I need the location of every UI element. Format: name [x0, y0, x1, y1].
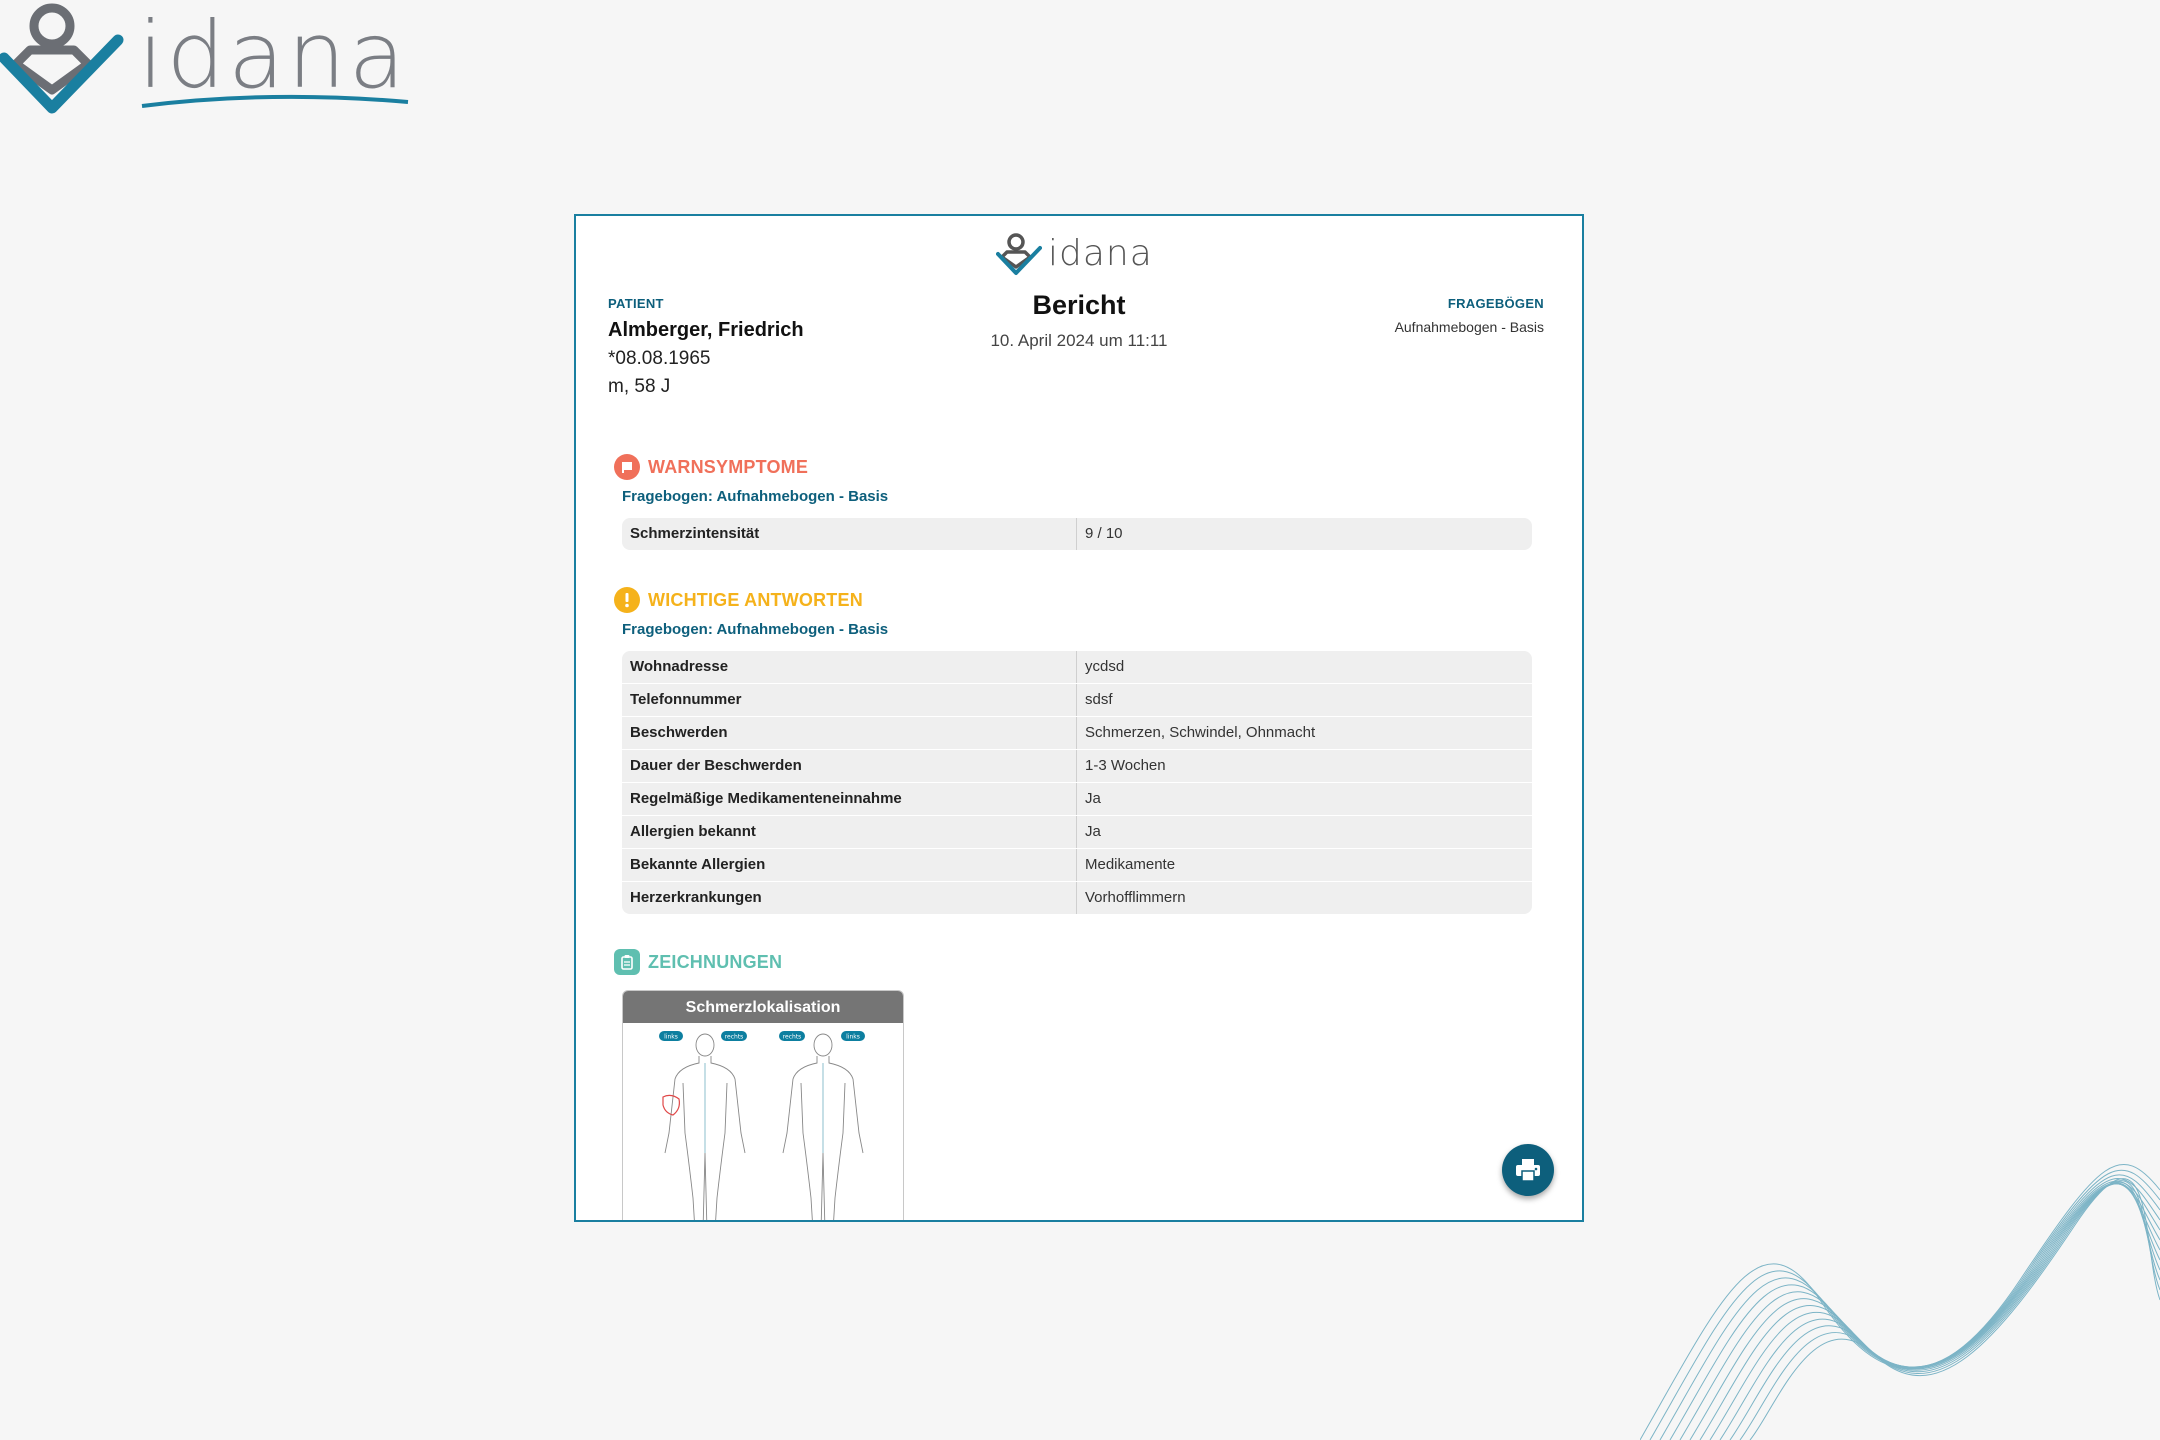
question-cell: Schmerzintensität [622, 518, 1077, 550]
badge-label: links [664, 1034, 678, 1041]
patient-sex-age: m, 58 J [608, 376, 671, 397]
section-important-subtitle: Fragebogen: Aufnahmebogen - Basis [622, 621, 889, 638]
body-diagram: links rechts rechts links [659, 1031, 865, 1220]
exclamation-icon [614, 587, 640, 613]
table-row: Telefonnummer sdsf [622, 684, 1532, 717]
section-drawings-title: ZEICHNUNGEN [648, 951, 783, 972]
table-row: Regelmäßige Medikamenteneinnahme Ja [622, 783, 1532, 816]
clipboard-icon [614, 949, 640, 975]
badge-label: links [846, 1034, 860, 1041]
drawing-card: Schmerzlokalisation links rechts rechts … [622, 990, 904, 1220]
warn-table: Schmerzintensität 9 / 10 [622, 518, 1532, 550]
answer-cell: Schmerzen, Schwindel, Ohnmacht [1085, 724, 1316, 741]
question-cell: Telefonnummer [622, 684, 1077, 716]
forms-value: Aufnahmebogen - Basis [1394, 319, 1544, 335]
report-preview: idana PATIENT Almberger, Friedrich *08.0… [574, 214, 1584, 1222]
answer-cell: 1-3 Wochen [1085, 757, 1166, 774]
answer-cell: 9 / 10 [1085, 525, 1123, 542]
badge-label: rechts [725, 1034, 744, 1041]
answer-cell: ycdsd [1085, 658, 1125, 675]
table-row: Dauer der Beschwerden 1-3 Wochen [622, 750, 1532, 783]
answer-cell: sdsf [1085, 691, 1113, 708]
table-row: Wohnadresse ycdsd [622, 651, 1532, 684]
flag-icon [614, 454, 640, 480]
question-cell: Dauer der Beschwerden [622, 750, 1077, 782]
section-warn-header: WARNSYMPTOME [614, 454, 808, 480]
idana-logo-icon [0, 3, 124, 114]
question-cell: Beschwerden [622, 717, 1077, 749]
question-cell: Bekannte Allergien [622, 849, 1077, 881]
printer-icon [1516, 1159, 1540, 1182]
badge-label: rechts [783, 1034, 802, 1041]
table-row: Beschwerden Schmerzen, Schwindel, Ohnmac… [622, 717, 1532, 750]
table-row: Schmerzintensität 9 / 10 [622, 518, 1532, 550]
question-cell: Allergien bekannt [622, 816, 1077, 848]
table-row: Allergien bekannt Ja [622, 816, 1532, 849]
answer-cell: Vorhofflimmern [1085, 889, 1186, 906]
section-important-header: WICHTIGE ANTWORTEN [614, 587, 863, 613]
question-cell: Regelmäßige Medikamenteneinnahme [622, 783, 1077, 815]
forms-info: FRAGEBÖGEN Aufnahmebogen - Basis [1395, 296, 1544, 335]
patient-birthdate: *08.08.1965 [608, 348, 711, 369]
table-row: Bekannte Allergien Medikamente [622, 849, 1532, 882]
app-logo-text: idana [138, 2, 409, 109]
app-logo: idana [0, 0, 410, 120]
important-table: Wohnadresse ycdsd Telefonnummer sdsf Bes… [622, 651, 1532, 914]
section-drawings-header: ZEICHNUNGEN [614, 949, 782, 975]
table-row: Herzerkrankungen Vorhofflimmern [622, 882, 1532, 914]
report-logo-text: idana [1048, 233, 1153, 274]
section-important-title: WICHTIGE ANTWORTEN [648, 589, 863, 610]
idana-logo-icon [996, 233, 1042, 275]
forms-label: FRAGEBÖGEN [1447, 296, 1544, 311]
report-logo: idana [996, 230, 1166, 280]
print-button[interactable] [1502, 1144, 1554, 1196]
logo-swoosh [141, 94, 409, 108]
section-warn-subtitle: Fragebogen: Aufnahmebogen - Basis [622, 488, 889, 505]
answer-cell: Ja [1085, 790, 1101, 807]
decorative-wave [1640, 1164, 2160, 1440]
section-warn-title: WARNSYMPTOME [648, 456, 809, 477]
drawing-card-title: Schmerzlokalisation [623, 991, 903, 1023]
answer-cell: Medikamente [1085, 856, 1176, 873]
answer-cell: Ja [1085, 823, 1101, 840]
question-cell: Herzerkrankungen [622, 882, 1077, 914]
question-cell: Wohnadresse [622, 651, 1077, 683]
